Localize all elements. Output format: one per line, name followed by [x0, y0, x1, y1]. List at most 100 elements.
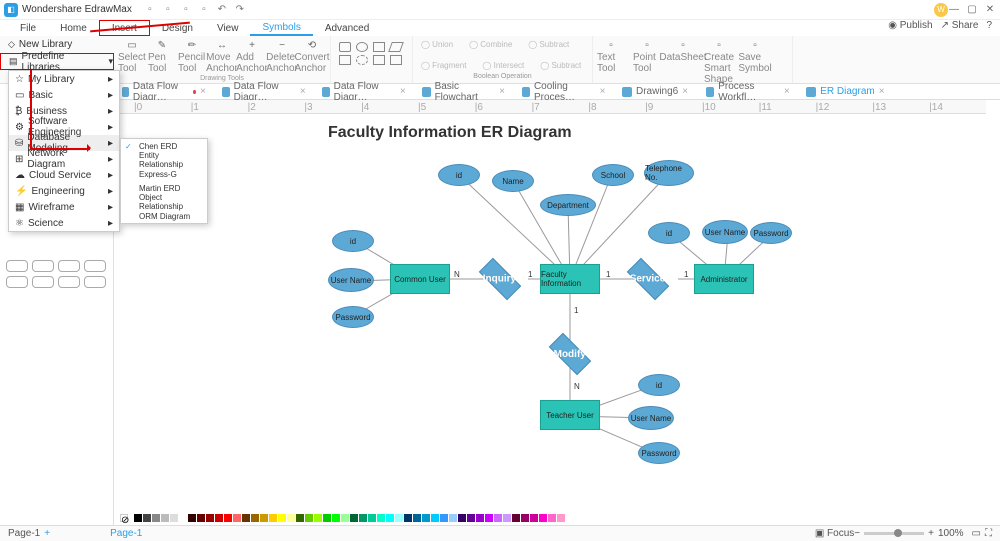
category-item[interactable]: ▦Wireframe▸: [9, 199, 119, 215]
attr-cu-id[interactable]: id: [332, 230, 374, 252]
page-tab[interactable]: Page-1: [8, 528, 40, 539]
entity-faculty-info[interactable]: Faculty Information: [540, 264, 600, 294]
shape-arc-icon[interactable]: [356, 55, 368, 65]
qat-undo-icon[interactable]: ↶: [216, 4, 228, 16]
doc-tab[interactable]: Data Flow Diagr…×: [214, 84, 314, 99]
color-swatch[interactable]: [188, 514, 196, 522]
user-avatar[interactable]: W: [934, 3, 948, 17]
zoom-out-button[interactable]: −: [854, 528, 860, 539]
doc-tab[interactable]: Basic Flowchart×: [414, 84, 514, 99]
color-swatch[interactable]: [458, 514, 466, 522]
doc-tab[interactable]: Cooling Proces…×: [514, 84, 614, 99]
stencil-shape[interactable]: [32, 276, 54, 288]
color-swatch[interactable]: [332, 514, 340, 522]
color-swatch[interactable]: [134, 514, 142, 522]
entity-admin[interactable]: Administrator: [694, 264, 754, 294]
color-swatch[interactable]: [548, 514, 556, 522]
color-swatch[interactable]: [161, 514, 169, 522]
tool-button[interactable]: ⟲Convert Anchor: [298, 38, 326, 74]
edit-op-button[interactable]: ▫Save Symbol: [741, 38, 769, 85]
qat-print-icon[interactable]: ▫: [198, 4, 210, 16]
menu-insert[interactable]: Insert: [99, 20, 150, 36]
entity-common-user[interactable]: Common User: [390, 264, 450, 294]
attr-dept[interactable]: Department: [540, 194, 596, 216]
color-swatch[interactable]: [350, 514, 358, 522]
color-swatch[interactable]: [269, 514, 277, 522]
fullscreen-icon[interactable]: ⛶: [985, 528, 992, 539]
menu-home[interactable]: Home: [48, 20, 99, 36]
category-item[interactable]: ☆My Library▸: [9, 71, 119, 87]
attr-tu-pwd[interactable]: Password: [638, 442, 680, 464]
bool-op-button[interactable]: ◯ Subtract: [524, 38, 573, 51]
color-swatch[interactable]: [431, 514, 439, 522]
color-swatch[interactable]: [341, 514, 349, 522]
color-swatch[interactable]: [539, 514, 547, 522]
color-swatch[interactable]: [485, 514, 493, 522]
doc-tab[interactable]: Process Workfl…×: [698, 84, 798, 99]
stencil-shape[interactable]: [32, 260, 54, 272]
edit-op-button[interactable]: ▫Create Smart Shape: [705, 38, 733, 85]
color-swatch[interactable]: [206, 514, 214, 522]
color-swatch[interactable]: [152, 514, 160, 522]
edit-op-button[interactable]: ▫Point Tool: [633, 38, 661, 85]
color-swatch[interactable]: [557, 514, 565, 522]
share-button[interactable]: ↗ Share: [941, 20, 979, 31]
help-icon[interactable]: ?: [986, 20, 992, 31]
color-swatch[interactable]: [305, 514, 313, 522]
stencil-shape[interactable]: [58, 276, 80, 288]
doc-tab[interactable]: Data Flow Diagr…×: [314, 84, 414, 99]
stencil-shape[interactable]: [58, 260, 80, 272]
attr-telno[interactable]: Telephone No.: [644, 160, 694, 186]
attr-school[interactable]: School: [592, 164, 634, 186]
bool-op-button[interactable]: ◯ Union: [417, 38, 457, 51]
color-swatch[interactable]: [377, 514, 385, 522]
category-item[interactable]: ⚛Science▸: [9, 215, 119, 231]
color-swatch[interactable]: [494, 514, 502, 522]
attr-ad-pwd[interactable]: Password: [750, 222, 792, 244]
canvas[interactable]: Faculty Information ER Diagram id Name S…: [128, 114, 986, 511]
rel-modify[interactable]: Modify: [549, 333, 591, 375]
bool-op-button[interactable]: ◯ Subtract: [536, 59, 585, 72]
doc-tab[interactable]: Data Flow Diagr…×: [114, 84, 214, 99]
qat-open-icon[interactable]: ▫: [162, 4, 174, 16]
attr-tu-uname[interactable]: User Name: [628, 406, 674, 430]
stencil-shape[interactable]: [84, 260, 106, 272]
doc-tab[interactable]: Drawing6×: [614, 84, 698, 99]
color-swatch[interactable]: [296, 514, 304, 522]
color-swatch[interactable]: [251, 514, 259, 522]
rel-service[interactable]: Service: [627, 258, 669, 300]
doc-tab[interactable]: ER Diagram×: [798, 84, 894, 99]
shape-star-icon[interactable]: [373, 42, 385, 52]
submenu-item[interactable]: Object Relationship: [121, 195, 207, 209]
color-swatch[interactable]: [278, 514, 286, 522]
color-swatch[interactable]: [359, 514, 367, 522]
submenu-item[interactable]: Express-G: [121, 167, 207, 181]
qat-save-icon[interactable]: ▫: [180, 4, 192, 16]
color-swatch[interactable]: [422, 514, 430, 522]
fit-page-icon[interactable]: ▭: [972, 528, 981, 539]
menu-symbols[interactable]: Symbols: [250, 20, 312, 36]
tool-button[interactable]: ↔Move Anchor: [208, 38, 236, 74]
publish-button[interactable]: ◉ Publish: [888, 20, 932, 31]
color-swatch[interactable]: [476, 514, 484, 522]
submenu-item[interactable]: ORM Diagram: [121, 209, 207, 223]
color-swatch[interactable]: [503, 514, 511, 522]
maximize-icon[interactable]: ▢: [966, 4, 978, 16]
add-page-button[interactable]: +: [44, 528, 50, 539]
color-swatch[interactable]: [467, 514, 475, 522]
color-swatch[interactable]: [314, 514, 322, 522]
attr-tu-id[interactable]: id: [638, 374, 680, 396]
stencil-shape[interactable]: [6, 276, 28, 288]
submenu-item[interactable]: Entity Relationship: [121, 153, 207, 167]
qat-new-icon[interactable]: ▫: [144, 4, 156, 16]
color-swatch[interactable]: [440, 514, 448, 522]
menu-advanced[interactable]: Advanced: [313, 20, 381, 36]
attr-cu-uname[interactable]: User Name: [328, 268, 374, 292]
zoom-slider[interactable]: [864, 532, 924, 535]
bool-op-button[interactable]: ◯ Fragment: [417, 59, 470, 72]
bool-op-button[interactable]: ◯ Intersect: [478, 59, 528, 72]
menu-view[interactable]: View: [205, 20, 251, 36]
bool-op-button[interactable]: ◯ Combine: [465, 38, 516, 51]
color-swatch[interactable]: [242, 514, 250, 522]
attr-ad-id[interactable]: id: [648, 222, 690, 244]
